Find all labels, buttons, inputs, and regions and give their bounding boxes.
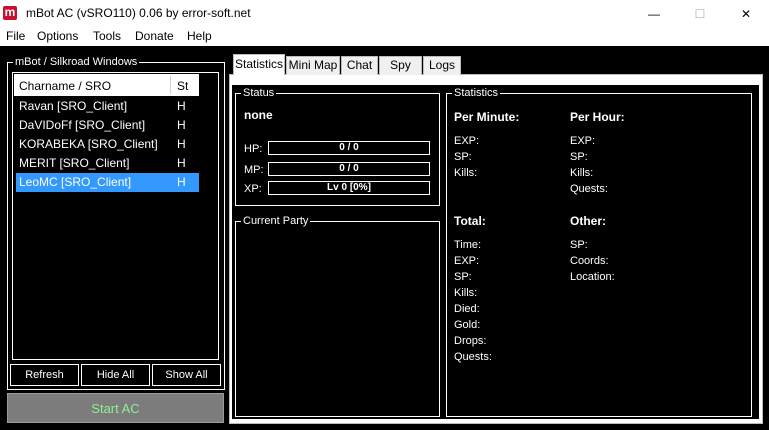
total-drops-label: Drops: (454, 335, 487, 347)
total-time-label: Time: (454, 239, 482, 251)
per-hour-sp-label: SP: (570, 151, 588, 163)
column-header-charname[interactable]: Charname / SRO (19, 79, 111, 93)
list-item-status: H (177, 99, 186, 113)
other-location-label: Location: (570, 271, 615, 283)
hp-label: HP: (244, 143, 263, 155)
list-item-status: H (177, 156, 186, 170)
start-ac-button[interactable]: Start AC (7, 393, 224, 423)
list-item-status: H (177, 175, 186, 189)
tab-statistics[interactable]: Statistics (233, 54, 285, 75)
list-item-selected[interactable]: LeoMC [SRO_Client] H (16, 173, 199, 192)
menu-options[interactable]: Options (34, 28, 81, 44)
list-item-status: H (177, 118, 186, 132)
column-divider[interactable] (170, 76, 171, 94)
total-gold-label: Gold: (454, 319, 481, 331)
per-minute-kills-label: Kills: (454, 167, 478, 179)
menu-donate[interactable]: Donate (132, 28, 177, 44)
xp-bar: Lv 0 [0%] (268, 181, 430, 195)
per-hour-kills-label: Kills: (570, 167, 594, 179)
total-exp-label: EXP: (454, 255, 480, 267)
list-item-name: LeoMC [SRO_Client] (19, 175, 132, 189)
close-button[interactable]: ✕ (723, 0, 769, 27)
list-item[interactable]: Ravan [SRO_Client] H (16, 97, 199, 116)
column-header-status[interactable]: St (177, 79, 188, 93)
per-hour-quests-label: Quests: (570, 183, 608, 195)
per-hour-exp-label: EXP: (570, 135, 596, 147)
app-icon: m (3, 5, 17, 20)
per-minute-exp-label: EXP: (454, 135, 480, 147)
window-list[interactable]: Charname / SRO St Ravan [SRO_Client] H D… (12, 72, 219, 360)
current-party-group: Current Party (235, 214, 440, 417)
menu-help[interactable]: Help (184, 28, 215, 44)
per-minute-heading: Per Minute: (454, 110, 520, 124)
minimize-button[interactable]: — (631, 0, 677, 27)
maximize-button[interactable]: ☐ (677, 0, 723, 27)
list-item-name: MERIT [SRO_Client] (19, 156, 130, 170)
tab-mini-map[interactable]: Mini Map (286, 56, 340, 75)
per-hour-heading: Per Hour: (570, 110, 625, 124)
total-sp-label: SP: (454, 271, 472, 283)
title-bar: m mBot AC (vSRO110) 0.06 by error-soft.n… (0, 0, 769, 27)
other-sp-label: SP: (570, 239, 588, 251)
xp-label: XP: (244, 183, 262, 195)
hide-all-button[interactable]: Hide All (81, 364, 150, 386)
list-item-name: Ravan [SRO_Client] (19, 99, 128, 113)
per-minute-sp-label: SP: (454, 151, 472, 163)
mp-label: MP: (244, 164, 264, 176)
list-item[interactable]: DaVIDoFf [SRO_Client] H (16, 116, 199, 135)
tab-logs[interactable]: Logs (423, 56, 461, 75)
mp-bar: 0 / 0 (268, 162, 430, 176)
character-name: none (244, 108, 273, 122)
total-kills-label: Kills: (454, 287, 478, 299)
current-party-group-title: Current Party (241, 214, 311, 228)
list-item-status: H (177, 137, 186, 151)
other-heading: Other: (570, 214, 606, 228)
list-item-name: DaVIDoFf [SRO_Client] (19, 118, 146, 132)
window-title: mBot AC (vSRO110) 0.06 by error-soft.net (26, 6, 251, 20)
list-item-name: KORABEKA [SRO_Client] (19, 137, 158, 151)
tab-spy[interactable]: Spy (379, 56, 422, 75)
status-group-title: Status (241, 86, 277, 100)
total-heading: Total: (454, 214, 486, 228)
show-all-button[interactable]: Show All (152, 364, 221, 386)
silkroad-windows-group-title: mBot / Silkroad Windows (13, 55, 140, 69)
statistics-group-title: Statistics (452, 86, 501, 100)
hp-bar: 0 / 0 (268, 141, 430, 155)
menu-tools[interactable]: Tools (90, 28, 124, 44)
list-item[interactable]: MERIT [SRO_Client] H (16, 154, 199, 173)
tab-chat[interactable]: Chat (341, 56, 378, 75)
menu-file[interactable]: File (3, 28, 28, 44)
menu-bar: File Options Tools Donate Help (0, 27, 769, 46)
other-coords-label: Coords: (570, 255, 609, 267)
list-header: Charname / SRO St (14, 74, 199, 96)
total-quests-label: Quests: (454, 351, 492, 363)
list-item[interactable]: KORABEKA [SRO_Client] H (16, 135, 199, 154)
total-died-label: Died: (454, 303, 480, 315)
refresh-button[interactable]: Refresh (10, 364, 79, 386)
